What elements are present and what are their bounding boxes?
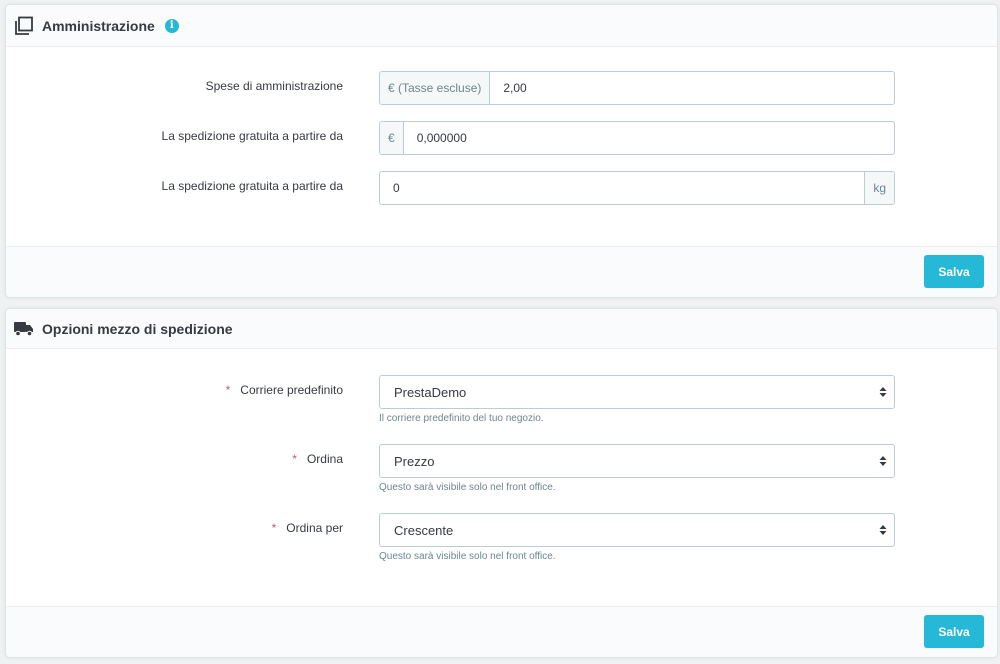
required-mark: *	[292, 452, 297, 466]
handling-fee-label: Spese di amministrazione	[205, 79, 343, 93]
default-carrier-help: Il corriere predefinito del tuo negozio.	[379, 413, 544, 424]
free-shipping-weight-row: La spedizione gratuita a partire da kg	[6, 171, 997, 205]
admin-save-button[interactable]: Salva	[924, 255, 984, 288]
free-shipping-weight-group: kg	[379, 171, 895, 205]
default-carrier-row: * Corriere predefinito PrestaDemo Il corr…	[6, 375, 997, 435]
free-shipping-price-group: €	[379, 121, 895, 155]
carrier-save-button[interactable]: Salva	[924, 615, 984, 648]
sort-select[interactable]: Prezzo	[379, 444, 895, 478]
sort-row: * Ordina Prezzo Questo sarà visibile solo…	[6, 444, 997, 504]
default-carrier-select[interactable]: PrestaDemo	[379, 375, 895, 409]
sort-icon	[879, 387, 887, 397]
default-carrier-label: * Corriere predefinito	[226, 383, 343, 397]
carrier-options-panel: Opzioni mezzo di spedizione * Corriere pr…	[5, 308, 998, 658]
free-shipping-weight-label: La spedizione gratuita a partire da	[161, 179, 343, 193]
sort-value: Prezzo	[394, 453, 435, 469]
handling-fee-group: € (Tasse escluse)	[379, 71, 895, 105]
admin-panel-title: Amministrazione	[42, 17, 155, 34]
sort-icon	[879, 456, 887, 466]
default-carrier-value: PrestaDemo	[394, 384, 467, 400]
order-by-row: * Ordina per Crescente Questo sarà visibi…	[6, 513, 997, 573]
copy-icon	[14, 16, 34, 36]
order-by-select[interactable]: Crescente	[379, 513, 895, 547]
admin-panel: Amministrazione i Spese di amministrazio…	[5, 4, 998, 298]
carrier-panel-heading: Opzioni mezzo di spedizione	[6, 309, 997, 349]
admin-panel-heading: Amministrazione i	[6, 5, 997, 47]
order-by-value: Crescente	[394, 522, 454, 538]
order-by-label-text: Ordina per	[286, 521, 343, 535]
free-shipping-weight-input[interactable]	[380, 172, 865, 204]
currency-addon: €	[380, 122, 404, 154]
sort-label: * Ordina	[292, 452, 343, 466]
sort-label-text: Ordina	[306, 452, 343, 466]
free-shipping-price-label: La spedizione gratuita a partire da	[161, 129, 343, 143]
sort-icon	[879, 525, 887, 535]
truck-icon	[14, 319, 34, 339]
free-shipping-price-input[interactable]	[403, 122, 894, 154]
admin-panel-footer: Salva	[6, 246, 997, 297]
order-by-help: Questo sarà visibile solo nel front offi…	[379, 551, 556, 562]
free-shipping-price-row: La spedizione gratuita a partire da €	[6, 121, 997, 155]
order-by-label: * Ordina per	[272, 521, 343, 535]
handling-fee-input[interactable]	[490, 72, 894, 104]
carrier-panel-title: Opzioni mezzo di spedizione	[42, 320, 233, 337]
info-icon[interactable]: i	[164, 18, 179, 33]
weight-unit-addon: kg	[864, 172, 894, 204]
required-mark: *	[225, 383, 231, 397]
handling-fee-row: Spese di amministrazione € (Tasse esclus…	[6, 71, 997, 105]
default-carrier-label-text: Corriere predefinito	[240, 383, 343, 397]
required-mark: *	[271, 521, 277, 535]
sort-help: Questo sarà visibile solo nel front offi…	[379, 482, 556, 493]
currency-tax-excl-addon: € (Tasse escluse)	[380, 72, 491, 104]
carrier-panel-footer: Salva	[6, 606, 997, 657]
